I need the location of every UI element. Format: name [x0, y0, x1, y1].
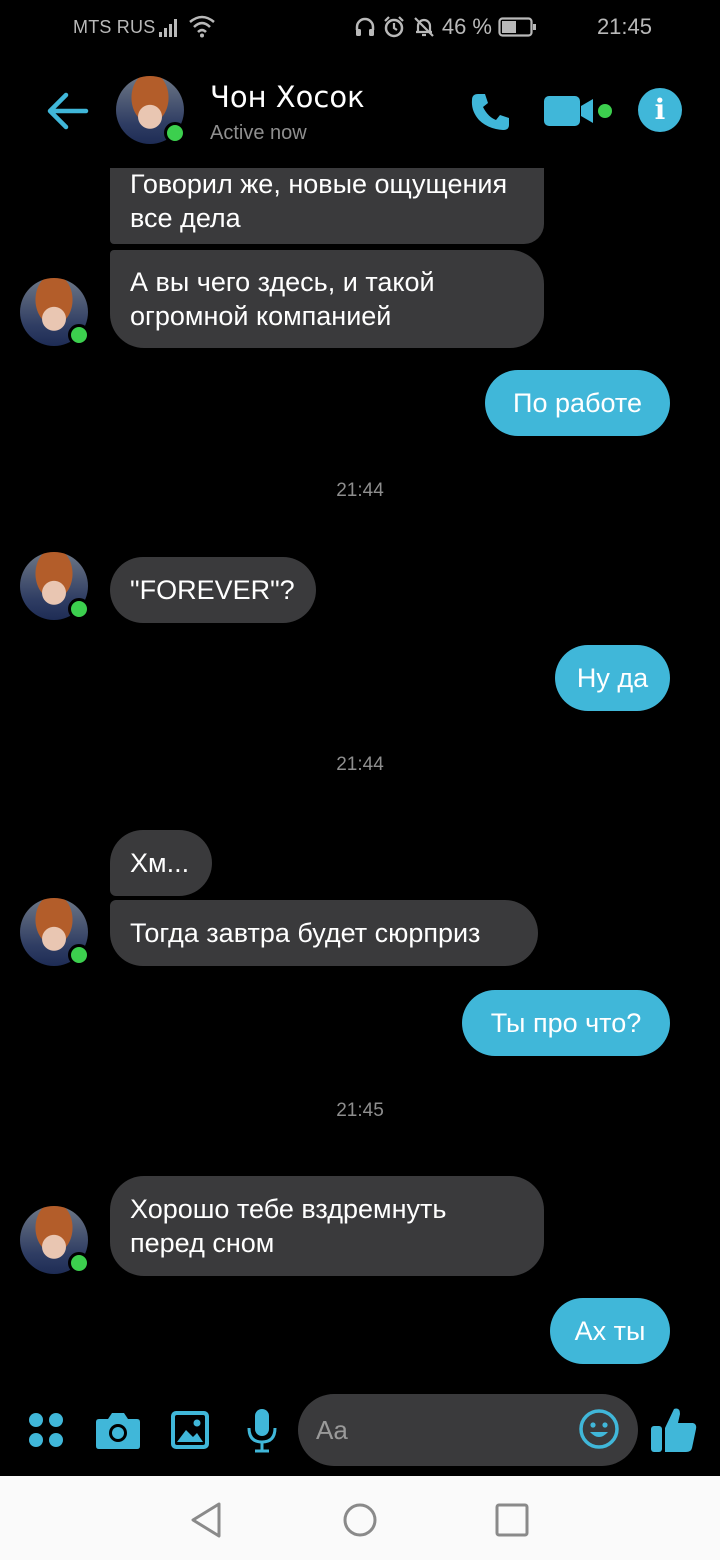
online-indicator	[68, 598, 90, 620]
apps-grid-icon[interactable]	[28, 1412, 64, 1448]
message-composer	[0, 1390, 720, 1476]
message-text: Ну да	[576, 663, 649, 693]
message-text: Тогда завтра будет сюрприз	[130, 918, 481, 948]
nav-recents-icon[interactable]	[492, 1500, 532, 1540]
status-bar: MTS RUS 46 % 21:45	[0, 0, 720, 56]
message-input-container[interactable]	[298, 1394, 638, 1466]
message-incoming[interactable]: Тогда завтра будет сюрприз	[110, 900, 538, 966]
message-text: Ах ты	[574, 1316, 646, 1346]
message-outgoing[interactable]: Ах ты	[550, 1298, 670, 1364]
message-outgoing[interactable]: Ты про что?	[462, 990, 670, 1056]
contact-avatar-small[interactable]	[20, 552, 90, 620]
timestamp: 21:44	[336, 754, 384, 775]
message-incoming[interactable]: А вы чего здесь, и такой огромной компан…	[110, 250, 544, 348]
contact-status: Active now	[210, 122, 307, 144]
message-input[interactable]	[316, 1408, 566, 1452]
camera-icon[interactable]	[95, 1410, 141, 1450]
carrier-label: MTS RUS	[73, 17, 156, 37]
emoji-icon[interactable]	[578, 1408, 620, 1450]
message-outgoing[interactable]: По работе	[485, 370, 670, 436]
timestamp: 21:44	[336, 480, 384, 501]
battery-icon	[498, 17, 536, 37]
info-icon[interactable]: i	[638, 88, 682, 132]
online-indicator	[68, 324, 90, 346]
message-text: Говорил же, новые ощущения все дела	[130, 169, 508, 233]
online-indicator	[68, 1252, 90, 1274]
message-text: Ты про что?	[490, 1008, 642, 1038]
system-navigation-bar	[0, 1476, 720, 1560]
wifi-icon	[189, 15, 215, 38]
message-list[interactable]: Говорил же, новые ощущения все дела А вы…	[0, 168, 720, 1390]
alarm-icon	[384, 16, 404, 38]
battery-percent: 46 %	[441, 14, 492, 39]
message-outgoing[interactable]: Ну да	[555, 645, 670, 711]
online-indicator	[164, 122, 186, 144]
message-text: По работе	[513, 388, 642, 418]
headphones-icon	[355, 17, 375, 36]
message-text: А вы чего здесь, и такой огромной компан…	[130, 267, 435, 331]
message-incoming[interactable]: Хм...	[110, 830, 212, 896]
contact-avatar-small[interactable]	[20, 898, 90, 966]
mute-bell-icon	[414, 17, 434, 37]
online-indicator	[68, 944, 90, 966]
contact-avatar[interactable]	[116, 76, 186, 144]
contact-avatar-small[interactable]	[20, 1206, 90, 1274]
message-text: Хорошо тебе вздремнуть перед сном	[130, 1194, 447, 1258]
nav-home-icon[interactable]	[340, 1500, 380, 1540]
conversation-header: Чон Хосок Active now i	[0, 56, 720, 168]
clock: 21:45	[596, 14, 652, 39]
contact-avatar-small[interactable]	[20, 278, 90, 346]
thumbs-up-icon[interactable]	[650, 1404, 698, 1454]
message-text: "FOREVER"?	[130, 575, 295, 605]
message-incoming[interactable]: Хорошо тебе вздремнуть перед сном	[110, 1176, 544, 1276]
back-arrow-icon[interactable]	[44, 90, 90, 132]
message-text: Хм...	[130, 848, 190, 878]
image-icon[interactable]	[170, 1410, 210, 1450]
microphone-icon[interactable]	[246, 1408, 278, 1454]
contact-name[interactable]: Чон Хосок	[210, 80, 365, 114]
message-incoming[interactable]: Говорил же, новые ощущения все дела	[110, 168, 544, 244]
video-camera-icon[interactable]	[543, 92, 615, 130]
message-incoming[interactable]: "FOREVER"?	[110, 557, 316, 623]
signal-icon	[159, 19, 177, 37]
phone-icon[interactable]	[468, 90, 512, 134]
timestamp: 21:45	[336, 1100, 384, 1121]
nav-back-icon[interactable]	[187, 1500, 227, 1540]
